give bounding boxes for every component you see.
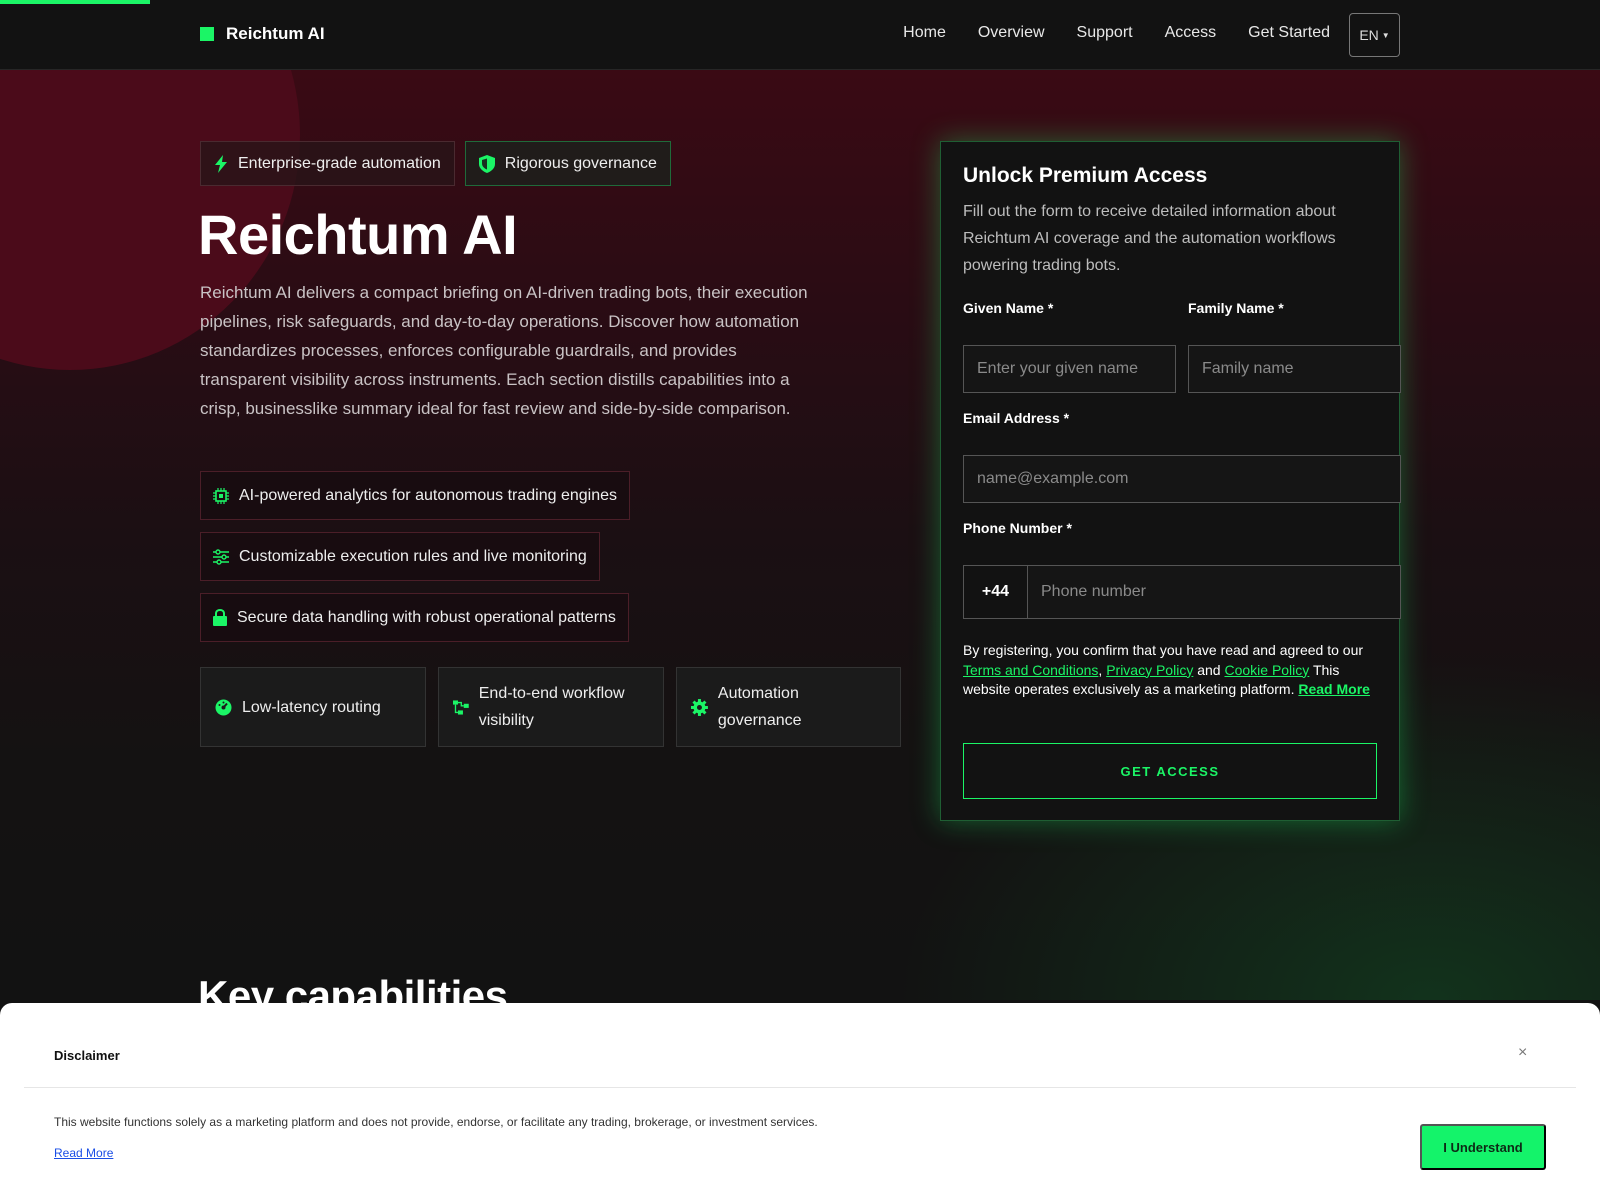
capability-cards: Low-latency routing End-to-end workflow … <box>200 667 901 747</box>
brand-logo[interactable]: Reichtum AI <box>200 24 325 44</box>
feature-label: AI-powered analytics for autonomous trad… <box>239 486 617 504</box>
feature-item-analytics: AI-powered analytics for autonomous trad… <box>200 471 630 520</box>
badge-governance: Rigorous governance <box>464 141 671 186</box>
card-low-latency: Low-latency routing <box>200 667 426 747</box>
lightning-icon <box>215 154 227 173</box>
hero-badges: Enterprise-grade automation Rigorous gov… <box>200 141 671 186</box>
phone-field-group: +44 <box>963 565 1401 619</box>
cookie-link[interactable]: Cookie Policy <box>1224 662 1309 678</box>
badge-automation: Enterprise-grade automation <box>200 141 455 186</box>
terms-notice: By registering, you confirm that you hav… <box>963 642 1370 697</box>
card-automation-governance: Automation governance <box>676 667 901 747</box>
understand-button[interactable]: I Understand <box>1420 1124 1546 1170</box>
language-selector[interactable]: EN ▼ <box>1349 13 1400 57</box>
nav-link-home[interactable]: Home <box>903 24 946 42</box>
card-workflow-visibility: End-to-end workflow visibility <box>438 667 664 747</box>
caret-down-icon: ▼ <box>1381 30 1390 40</box>
card-label: Automation governance <box>717 685 802 729</box>
given-name-field[interactable] <box>963 345 1176 393</box>
nav-link-get-started[interactable]: Get Started <box>1248 24 1330 42</box>
logo-square-icon <box>200 27 214 41</box>
nav-link-support[interactable]: Support <box>1077 24 1133 42</box>
form-title: Unlock Premium Access <box>963 164 1208 187</box>
workflow-icon <box>453 699 469 715</box>
given-name-label: Given Name * <box>963 300 1054 316</box>
hero-description: Reichtum AI delivers a compact briefing … <box>200 283 808 418</box>
sliders-icon <box>213 548 229 565</box>
terms-link[interactable]: Terms and Conditions <box>963 662 1098 678</box>
disclaimer-title: Disclaimer <box>54 1048 120 1063</box>
nav-link-overview[interactable]: Overview <box>978 24 1045 42</box>
feature-label: Customizable execution rules and live mo… <box>239 547 587 565</box>
form-subtitle: Fill out the form to receive detailed in… <box>963 203 1336 274</box>
read-more-link[interactable]: Read More <box>1298 681 1370 697</box>
chip-icon <box>213 487 229 504</box>
gear-icon <box>691 698 708 716</box>
disclaimer-read-more-link[interactable]: Read More <box>54 1146 113 1160</box>
family-name-label: Family Name * <box>1188 300 1284 316</box>
hero-title: Reichtum AI <box>198 203 518 266</box>
country-code-selector[interactable]: +44 <box>964 566 1028 618</box>
access-form: Unlock Premium Access Fill out the form … <box>940 141 1401 821</box>
lock-icon <box>213 609 227 626</box>
get-access-button[interactable]: GET ACCESS <box>963 743 1377 799</box>
top-navigation: Reichtum AI Home Overview Support Access… <box>0 0 1600 70</box>
feature-label: Secure data handling with robust operati… <box>237 608 616 626</box>
email-label: Email Address * <box>963 410 1070 426</box>
terms-prefix: By registering, you confirm that you hav… <box>963 642 1364 658</box>
phone-field[interactable] <box>1028 566 1400 618</box>
shield-icon <box>478 154 495 173</box>
feature-item-security: Secure data handling with robust operati… <box>200 593 629 642</box>
nav-links: Home Overview Support Access Get Started <box>903 24 1330 42</box>
feature-item-execution: Customizable execution rules and live mo… <box>200 532 600 581</box>
card-label: End-to-end workflow visibility <box>478 685 625 729</box>
badge-label: Rigorous governance <box>504 154 657 172</box>
disclaimer-banner: Disclaimer × This website functions sole… <box>0 1003 1600 1200</box>
card-label: Low-latency routing <box>242 698 381 716</box>
divider <box>24 1087 1576 1088</box>
top-progress-bar <box>0 0 150 4</box>
disclaimer-text: This website functions solely as a marke… <box>54 1115 818 1129</box>
family-name-field[interactable] <box>1188 345 1401 393</box>
gauge-icon <box>215 699 232 715</box>
email-field[interactable] <box>963 455 1401 503</box>
badge-label: Enterprise-grade automation <box>238 154 441 172</box>
nav-link-access[interactable]: Access <box>1165 24 1217 42</box>
privacy-link[interactable]: Privacy Policy <box>1106 662 1193 678</box>
close-icon[interactable]: × <box>1518 1044 1527 1062</box>
phone-label: Phone Number * <box>963 520 1072 536</box>
language-value: EN <box>1359 27 1379 43</box>
terms-and: and <box>1197 661 1221 678</box>
brand-name: Reichtum AI <box>226 24 325 43</box>
